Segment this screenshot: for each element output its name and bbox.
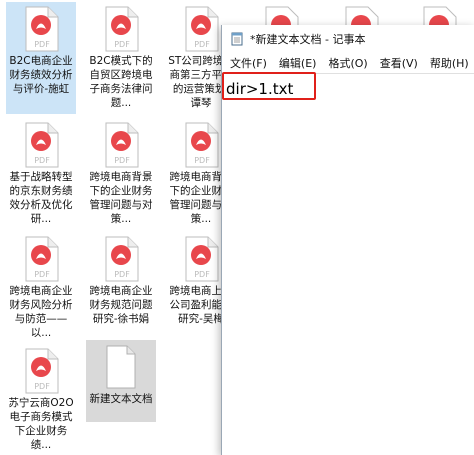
svg-text:PDF: PDF	[34, 270, 50, 279]
file-item-pdf[interactable]	[326, 2, 396, 26]
text-file-icon	[104, 344, 138, 390]
file-item-pdf[interactable]	[246, 2, 316, 26]
file-label: 跨境电商背景下的企业财务管理问题与对策...	[89, 171, 153, 225]
notepad-titlebar[interactable]: *新建文本文档 - 记事本	[222, 25, 474, 53]
file-label: B2C模式下的自贸区跨境电子商务法律问题...	[89, 55, 153, 109]
file-label: 基于战略转型的京东财务绩效分析及优化研...	[9, 171, 73, 225]
file-item-pdf[interactable]: PDF 跨境电商背景下的企业财务管理问题与对策...	[86, 118, 156, 226]
file-item-pdf[interactable]: PDF B2C电商企业财务绩效分析与评价-施虹	[6, 2, 76, 114]
file-item-pdf[interactable]: PDF 跨境电商企业财务规范问题研究-徐书娟	[86, 232, 156, 340]
pdf-icon: PDF	[182, 6, 220, 52]
svg-text:PDF: PDF	[34, 156, 50, 165]
pdf-icon: PDF	[182, 122, 220, 168]
file-label: 新建文本文档	[89, 393, 153, 405]
pdf-icon	[420, 6, 458, 26]
file-label: 跨境电商企业财务风险分析与防范——以...	[9, 285, 73, 339]
svg-text:PDF: PDF	[194, 40, 210, 49]
svg-text:PDF: PDF	[114, 40, 130, 49]
menu-format[interactable]: 格式(O)	[322, 55, 373, 71]
menubar: 文件(F) 编辑(E) 格式(O) 查看(V) 帮助(H)	[222, 53, 474, 73]
svg-text:PDF: PDF	[194, 156, 210, 165]
menu-edit[interactable]: 编辑(E)	[273, 55, 323, 71]
menu-file[interactable]: 文件(F)	[224, 55, 273, 71]
pdf-icon	[262, 6, 300, 26]
pdf-icon: PDF	[22, 6, 60, 52]
file-item-pdf[interactable]	[404, 2, 474, 26]
pdf-icon: PDF	[22, 122, 60, 168]
file-label: B2C电商企业财务绩效分析与评价-施虹	[9, 55, 73, 95]
pdf-icon: PDF	[102, 6, 140, 52]
svg-text:PDF: PDF	[34, 40, 50, 49]
notepad-icon	[230, 32, 244, 46]
menu-view[interactable]: 查看(V)	[374, 55, 424, 71]
file-item-pdf[interactable]: PDF 基于战略转型的京东财务绩效分析及优化研...	[6, 118, 76, 226]
pdf-icon: PDF	[182, 236, 220, 282]
file-label: 苏宁云商O2O电子商务模式下企业财务绩...	[8, 397, 74, 451]
svg-text:PDF: PDF	[114, 156, 130, 165]
file-item-pdf[interactable]: PDF B2C模式下的自贸区跨境电子商务法律问题...	[86, 2, 156, 114]
pdf-icon: PDF	[102, 236, 140, 282]
svg-text:PDF: PDF	[114, 270, 130, 279]
pdf-icon: PDF	[102, 122, 140, 168]
pdf-icon	[342, 6, 380, 26]
text-editor[interactable]: dir>1.txt	[222, 73, 474, 455]
file-item-pdf[interactable]: PDF 跨境电商企业财务风险分析与防范——以...	[6, 232, 76, 340]
menu-help[interactable]: 帮助(H)	[424, 55, 474, 71]
window-title: *新建文本文档 - 记事本	[250, 33, 366, 46]
file-label: 跨境电商企业财务规范问题研究-徐书娟	[89, 285, 153, 325]
file-item-txt[interactable]: 新建文本文档	[86, 340, 156, 422]
svg-text:PDF: PDF	[34, 382, 50, 391]
file-item-pdf[interactable]: PDF 苏宁云商O2O电子商务模式下企业财务绩...	[6, 344, 76, 452]
pdf-icon: PDF	[22, 236, 60, 282]
annotation-highlight-box	[222, 72, 316, 100]
pdf-icon: PDF	[22, 348, 60, 394]
svg-text:PDF: PDF	[194, 270, 210, 279]
